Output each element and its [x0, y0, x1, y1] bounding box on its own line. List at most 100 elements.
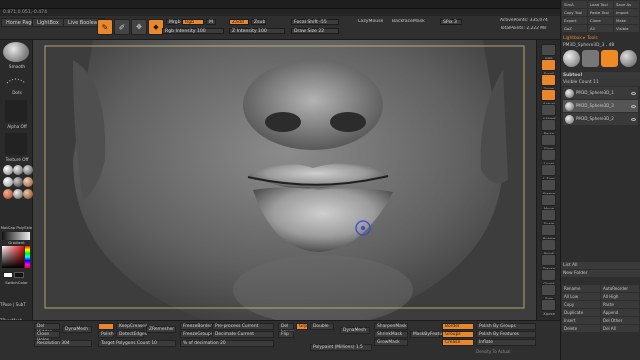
shelf-button-scale[interactable]: [541, 209, 556, 221]
lightbox-tools-label[interactable]: Lightbox ▸ Tools: [561, 35, 640, 42]
shelf-button-xpose[interactable]: [541, 299, 556, 311]
dynamesh2-button[interactable]: DynaMesh: [340, 327, 370, 334]
backface-mask-toggle[interactable]: BackfaceMask: [392, 19, 425, 25]
zsub-toggle[interactable]: Zsub: [251, 19, 266, 25]
material-swatch[interactable]: [23, 165, 33, 175]
material-swatch[interactable]: [13, 165, 23, 175]
border-toggle[interactable]: Border: [442, 323, 474, 330]
keep-creases-label[interactable]: KeepCreases: [116, 323, 147, 330]
tool-thumb-pm3d[interactable]: [582, 50, 599, 67]
tool-menu-export[interactable]: Export: [562, 17, 587, 24]
tool-menu-load-tool[interactable]: Load Tool: [588, 1, 613, 8]
m-toggle[interactable]: M: [206, 19, 216, 25]
freeze-border-button[interactable]: FreezeBorder: [180, 323, 212, 330]
rgb-intensity-slider[interactable]: Rgb Intensity 100: [162, 28, 224, 34]
shelf-button-bpr[interactable]: [541, 44, 556, 56]
close-holes-button[interactable]: Close Holes: [34, 331, 60, 343]
grp-toggle[interactable]: Grp: [296, 323, 308, 330]
all-high-button[interactable]: All High: [601, 293, 639, 300]
canvas-viewport[interactable]: [33, 40, 536, 320]
pre-process-button[interactable]: Pre-process Current: [212, 323, 274, 330]
rgb-toggle[interactable]: Rgb: [182, 19, 204, 25]
mask-by-features-button[interactable]: MaskByFeatures: [410, 331, 449, 338]
shelf-button-aahalf[interactable]: [541, 104, 556, 116]
polish-face-slider[interactable]: Polish By Groups: [476, 323, 536, 330]
tool-menu-sima[interactable]: SimA: [562, 1, 587, 8]
polish-toggle[interactable]: Polish: [98, 331, 114, 338]
z-intensity-slider[interactable]: Z Intensity 100: [229, 28, 285, 34]
shelf-button-zoom[interactable]: [541, 74, 556, 86]
detect-edges-toggle[interactable]: DetectEdges: [116, 331, 147, 338]
resolution-slider[interactable]: Resolution 304: [34, 340, 92, 347]
keep-creases-toggle[interactable]: [98, 323, 114, 330]
alpha-thumbnail[interactable]: [5, 100, 27, 122]
double-toggle[interactable]: Double: [310, 323, 334, 330]
visibility-eye-icon[interactable]: [631, 91, 636, 95]
freeze-groups-button[interactable]: FreezeGroups: [180, 331, 213, 338]
hue-slider[interactable]: [25, 246, 30, 268]
focal-shift-slider[interactable]: Focal Shift -55: [291, 19, 339, 25]
tool-thumb-sphere3d[interactable]: [563, 50, 580, 67]
shrink-mask-button[interactable]: ShrinkMask: [374, 331, 408, 338]
shelf-button-transp[interactable]: [541, 254, 556, 266]
move-button[interactable]: ✥: [131, 19, 147, 35]
del-lower-button[interactable]: Del Lower: [278, 323, 294, 335]
gradient-bar[interactable]: [2, 232, 30, 240]
tool-menu-make-polymesh3d[interactable]: Make PolyMesh3D: [614, 17, 639, 24]
decimate-current-button[interactable]: Decimate Current: [212, 331, 274, 338]
tool-menu-import[interactable]: Import: [614, 9, 639, 16]
paste-button[interactable]: Paste: [601, 301, 639, 308]
insert-button[interactable]: Insert: [562, 317, 600, 324]
shelf-button-persp[interactable]: [541, 119, 556, 131]
tpose-subt-button[interactable]: TPose | SubT: [0, 302, 33, 308]
shelf-button-rotate[interactable]: [541, 224, 556, 236]
tool-menu-paste-tool[interactable]: Paste Tool: [588, 9, 613, 16]
duplicate-button[interactable]: Duplicate: [562, 309, 600, 316]
draw-size-slider[interactable]: Draw Size 22: [291, 28, 339, 34]
edit-mode-button[interactable]: ✎: [97, 19, 113, 35]
delete-button[interactable]: Delete: [562, 325, 600, 332]
append-button[interactable]: Append: [601, 309, 639, 316]
subtool-title[interactable]: Subtool: [561, 72, 640, 79]
tab-lightbox[interactable]: LightBox: [32, 18, 64, 27]
draw-button[interactable]: ✐: [114, 19, 130, 35]
del-other-button[interactable]: Del Other: [601, 317, 639, 324]
new-folder-button[interactable]: New Folder: [561, 270, 640, 277]
material-swatch[interactable]: [23, 189, 33, 199]
target-polygons-slider[interactable]: Target Polygons Count 10: [98, 340, 176, 347]
switch-color-button[interactable]: SwitchColor: [0, 280, 33, 286]
shelf-button-floor[interactable]: [541, 134, 556, 146]
sharpen-mask-button[interactable]: SharpenMask: [374, 323, 408, 330]
shelf-button-local[interactable]: [541, 149, 556, 161]
tool-menu-goz[interactable]: GoZ: [562, 25, 587, 32]
secondary-color-swatch[interactable]: [14, 272, 24, 278]
dynamesh-button[interactable]: DynaMesh: [62, 326, 92, 333]
autoreorder-button[interactable]: AutoReorder: [601, 285, 639, 292]
tool-thumb-pm3d-2[interactable]: [620, 50, 637, 67]
shelf-button-actual[interactable]: [541, 89, 556, 101]
tool-menu-all[interactable]: All: [588, 25, 613, 32]
shelf-button-polyf[interactable]: [541, 239, 556, 251]
shelf-button-solo[interactable]: [541, 284, 556, 296]
shelf-button-move[interactable]: [541, 194, 556, 206]
del-all-button[interactable]: Del All: [601, 325, 639, 332]
material-swatch[interactable]: [3, 177, 13, 187]
all-low-button[interactable]: All Low: [562, 293, 600, 300]
brush-thumbnail[interactable]: [3, 42, 29, 62]
grow-mask-button[interactable]: GrowMask: [374, 339, 408, 346]
zremesher-button[interactable]: ZRemesher: [146, 326, 176, 333]
crease-toggle[interactable]: Crease: [442, 339, 474, 346]
tool-thumb-simplebrush[interactable]: [601, 50, 618, 67]
rename-button[interactable]: Rename: [562, 285, 600, 292]
stroke-thumbnail[interactable]: [5, 73, 27, 89]
tool-menu-clone[interactable]: Clone: [588, 17, 613, 24]
visibility-eye-icon[interactable]: [631, 104, 636, 108]
color-picker[interactable]: [2, 246, 24, 268]
polish-features-slider[interactable]: Polish By Features: [476, 331, 536, 338]
mrgb-toggle[interactable]: Mrgb: [166, 19, 181, 25]
visibility-eye-icon[interactable]: [631, 117, 636, 121]
lazymouse-toggle[interactable]: LazyMouse: [358, 19, 383, 25]
main-color-swatch[interactable]: [3, 272, 13, 278]
spix-slider[interactable]: SPix 3: [440, 19, 462, 25]
shelf-button-l-sym[interactable]: [541, 164, 556, 176]
